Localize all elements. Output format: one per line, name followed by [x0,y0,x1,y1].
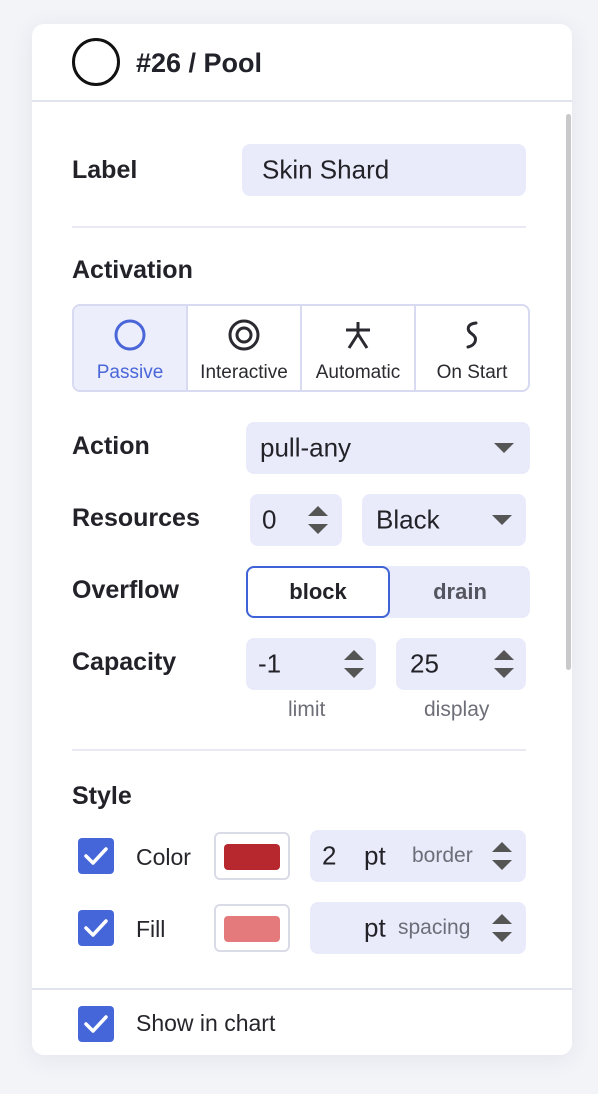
fill-label: Fill [136,916,166,942]
show-in-chart-checkbox[interactable] [78,1006,114,1042]
scrollbar[interactable] [566,114,572,1014]
circle-outline-icon [114,319,146,351]
activation-option-label: Passive [96,362,164,383]
swatch-color [224,844,280,870]
divider [72,226,526,228]
label-field-label: Label [72,156,138,184]
activation-option-on-start[interactable]: On Start [416,306,528,390]
style-heading: Style [72,782,132,810]
border-hint: border [412,844,473,867]
scrollbar-thumb[interactable] [566,114,571,670]
label-input-value: Skin Shard [262,154,390,185]
checkmark-icon [84,919,108,937]
activation-heading: Activation [72,256,193,284]
activation-option-label: Interactive [200,362,288,383]
divider [72,749,526,751]
fill-color-swatch[interactable] [214,904,290,952]
activation-option-label: On Start [436,362,508,383]
fill-checkbox[interactable] [78,910,114,946]
stepper-arrows-icon[interactable] [492,842,512,870]
stepper-arrows-icon[interactable] [308,506,328,534]
activation-option-label: Automatic [315,362,401,383]
capacity-display-value: 25 [410,648,439,679]
resources-count-value: 0 [262,504,277,535]
overflow-label: Overflow [72,576,179,604]
properties-panel: #26 / Pool Label Skin Shard Activation P… [32,24,572,1055]
capacity-limit-value: -1 [258,648,282,679]
capacity-display-hint: display [424,698,490,721]
label-input[interactable]: Skin Shard [242,144,526,196]
checkmark-icon [84,847,108,865]
activation-option-automatic[interactable]: Automatic [302,306,416,390]
activation-option-passive[interactable]: Passive [74,306,188,390]
spacing-hint: spacing [398,916,471,939]
chevron-down-icon [494,443,514,453]
spacing-unit: pt [364,912,386,943]
border-color-swatch[interactable] [214,832,290,880]
stepper-arrows-icon[interactable] [492,914,512,942]
target-icon [228,319,260,351]
circle-outline-icon [72,38,120,86]
spacing-size-stepper[interactable]: pt spacing [310,902,526,954]
capacity-limit-hint: limit [288,698,326,721]
resources-color-select[interactable]: Black [362,494,526,546]
stepper-arrows-icon[interactable] [344,650,364,678]
capacity-limit-stepper[interactable]: -1 [246,638,376,690]
chevron-down-icon [492,515,512,525]
swatch-color [224,916,280,942]
border-size-value: 2 [322,840,337,871]
panel-footer: Show in chart [32,988,572,1055]
capacity-display-stepper[interactable]: 25 [396,638,526,690]
asterisk-icon [346,322,370,349]
checkmark-icon [84,1015,108,1033]
stepper-arrows-icon[interactable] [494,650,514,678]
color-label: Color [136,844,191,870]
activation-selector: Passive Interactive Automatic On Start [72,304,530,392]
resources-label: Resources [72,504,200,532]
action-select[interactable]: pull-any [246,422,530,474]
color-checkbox[interactable] [78,838,114,874]
overflow-option-drain[interactable]: drain [390,566,530,618]
squiggle-icon [466,321,478,349]
border-size-stepper[interactable]: 2 pt border [310,830,526,882]
resources-count-stepper[interactable]: 0 [250,494,342,546]
resources-color-value: Black [376,504,440,535]
show-in-chart-label: Show in chart [136,1010,276,1036]
panel-header: #26 / Pool [32,24,572,102]
overflow-option-block[interactable]: block [246,566,390,618]
border-unit: pt [364,840,386,871]
action-select-value: pull-any [260,432,352,463]
overflow-toggle: block drain [246,566,530,618]
capacity-label: Capacity [72,648,177,676]
activation-option-interactive[interactable]: Interactive [188,306,302,390]
node-title: #26 / Pool [136,48,263,78]
action-label: Action [72,432,150,460]
